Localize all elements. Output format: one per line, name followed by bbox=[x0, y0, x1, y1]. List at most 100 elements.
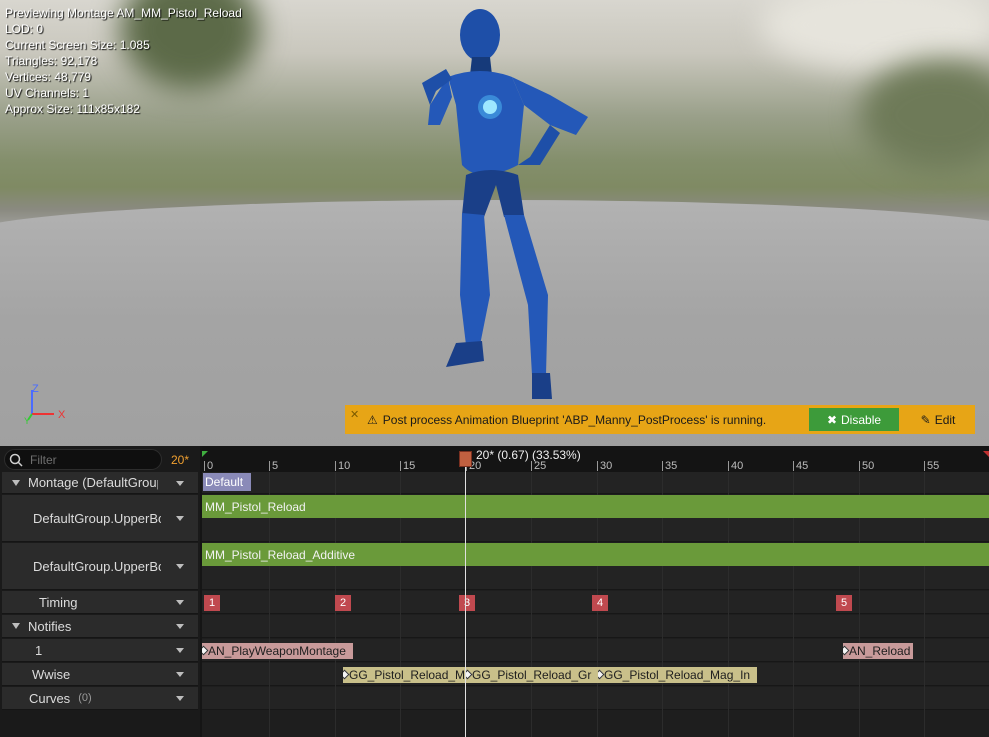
ruler-tick bbox=[859, 461, 860, 471]
ruler-tick bbox=[400, 461, 401, 471]
dropdown-icon[interactable] bbox=[176, 600, 184, 605]
stats-line: LOD: 0 bbox=[5, 22, 44, 36]
timing-marker[interactable]: 5 bbox=[836, 595, 852, 611]
timing-marker[interactable]: 1 bbox=[204, 595, 220, 611]
warning-message: Post process Animation Blueprint 'ABP_Ma… bbox=[382, 412, 767, 427]
timing-marker[interactable]: 4 bbox=[592, 595, 608, 611]
stats-line: Triangles: 92,178 bbox=[5, 54, 98, 68]
dropdown-icon[interactable] bbox=[176, 480, 184, 486]
ruler-tick bbox=[728, 461, 729, 471]
notify-item[interactable]: AN_PlayWeaponMontage bbox=[202, 643, 353, 659]
expand-icon[interactable] bbox=[12, 623, 20, 629]
ruler-tick-label: 10 bbox=[338, 460, 351, 472]
section-label[interactable]: Default bbox=[203, 473, 251, 491]
ruler-tick-label: 0 bbox=[207, 460, 214, 472]
notify-item[interactable]: GG_Pistol_Reload_M bbox=[343, 667, 466, 683]
ruler-tick bbox=[269, 461, 270, 471]
ruler-tick bbox=[793, 461, 794, 471]
lane-curves bbox=[202, 687, 989, 710]
dropdown-icon[interactable] bbox=[176, 516, 184, 521]
ruler-tick-label: 30 bbox=[600, 460, 613, 472]
playhead-handle[interactable] bbox=[459, 451, 472, 467]
axis-gizmo-icon: Z X Y bbox=[24, 383, 66, 424]
expand-icon[interactable] bbox=[12, 479, 20, 486]
ruler-tick-label: 15 bbox=[403, 460, 416, 472]
stats-line: Vertices: 48,779 bbox=[5, 70, 92, 84]
track-curves[interactable]: Curves (0) bbox=[2, 687, 198, 710]
curves-count: (0) bbox=[78, 692, 92, 704]
viewport-stats: Previewing Montage AM_MM_Pistol_Reload L… bbox=[5, 5, 242, 117]
lane-montage bbox=[202, 472, 989, 494]
filter-placeholder: Filter bbox=[30, 452, 57, 467]
character-mannequin bbox=[422, 9, 588, 399]
notify-label: GG_Pistol_Reload_Mag_In bbox=[604, 668, 751, 682]
ruler-tick-label: 45 bbox=[796, 460, 809, 472]
disable-button-label: Disable bbox=[841, 412, 882, 427]
track-label: 1 bbox=[35, 642, 43, 658]
timeline-area[interactable]: 0 5 10 15 20 25 30 35 40 45 50 55 Defaul… bbox=[202, 446, 989, 737]
timing-marker[interactable]: 2 bbox=[335, 595, 351, 611]
ruler-tick bbox=[662, 461, 663, 471]
timing-marker[interactable]: 3 bbox=[459, 595, 475, 611]
edit-button[interactable]: ✎ Edit bbox=[905, 408, 971, 431]
playhead-label: 20* (0.67) (33.53%) bbox=[476, 448, 581, 462]
track-list: Filter 20* Montage (DefaultGroup Default… bbox=[0, 446, 200, 737]
frame-count: 20* bbox=[171, 453, 190, 467]
ruler-tick bbox=[531, 461, 532, 471]
dropdown-icon[interactable] bbox=[176, 648, 184, 653]
pencil-icon: ✎ bbox=[920, 412, 931, 427]
postprocess-warning-bar: ✕ ⚠ Post process Animation Blueprint 'AB… bbox=[345, 405, 975, 434]
ruler-tick bbox=[335, 461, 336, 471]
notify-label: GG_Pistol_Reload_Gr bbox=[472, 668, 592, 682]
stats-line: Previewing Montage AM_MM_Pistol_Reload bbox=[5, 6, 242, 20]
ruler-tick-label: 40 bbox=[731, 460, 744, 472]
background-tree bbox=[860, 60, 989, 170]
close-icon: ✖ bbox=[826, 412, 838, 427]
track-timing[interactable]: Timing bbox=[2, 591, 198, 614]
ruler-tick-label: 5 bbox=[272, 460, 279, 472]
anim-segment[interactable]: MM_Pistol_Reload bbox=[202, 495, 989, 518]
background-tree bbox=[760, 0, 989, 70]
notify-label: AN_PlayWeaponMontage bbox=[208, 644, 346, 658]
track-wwise[interactable]: Wwise bbox=[2, 663, 198, 686]
dropdown-icon[interactable] bbox=[176, 564, 184, 569]
track-label: DefaultGroup.UpperBc bbox=[33, 510, 161, 526]
track-slot[interactable]: DefaultGroup.UpperBc bbox=[2, 495, 198, 542]
search-icon bbox=[9, 453, 23, 467]
montage-track-panel: Filter 20* Montage (DefaultGroup Default… bbox=[0, 446, 989, 737]
stats-line: Current Screen Size: 1.085 bbox=[5, 38, 150, 52]
timeline-ruler[interactable]: 0 5 10 15 20 25 30 35 40 45 50 55 bbox=[202, 446, 989, 472]
ruler-tick bbox=[204, 461, 205, 471]
lane-notifies bbox=[202, 615, 989, 638]
dropdown-icon[interactable] bbox=[176, 696, 184, 701]
warning-icon: ⚠ bbox=[367, 412, 378, 427]
start-marker-icon bbox=[202, 451, 208, 457]
ruler-tick bbox=[924, 461, 925, 471]
edit-button-label: Edit bbox=[934, 412, 956, 427]
axis-y-label: Y bbox=[24, 416, 30, 424]
notify-item[interactable]: GG_Pistol_Reload_Gr bbox=[466, 667, 598, 683]
playhead-line[interactable] bbox=[465, 462, 466, 737]
notify-label: AN_Reload bbox=[849, 644, 911, 658]
ruler-tick-label: 35 bbox=[665, 460, 678, 472]
stats-line: Approx Size: 111x85x182 bbox=[5, 102, 140, 116]
track-notifies[interactable]: Notifies bbox=[2, 615, 198, 638]
filter-input[interactable]: Filter bbox=[4, 449, 162, 470]
dropdown-icon[interactable] bbox=[176, 672, 184, 677]
anim-segment[interactable]: MM_Pistol_Reload_Additive bbox=[202, 543, 989, 566]
axis-x-label: X bbox=[58, 409, 66, 421]
track-label: DefaultGroup.UpperBc bbox=[33, 558, 161, 574]
notify-item[interactable]: AN_Reload bbox=[843, 643, 913, 659]
stats-line: UV Channels: 1 bbox=[5, 86, 90, 100]
close-icon[interactable]: ✕ bbox=[350, 408, 359, 421]
axis-z-label: Z bbox=[32, 383, 39, 395]
track-montage[interactable]: Montage (DefaultGroup bbox=[2, 472, 198, 494]
track-slot[interactable]: DefaultGroup.UpperBc bbox=[2, 543, 198, 590]
dropdown-icon[interactable] bbox=[176, 624, 184, 629]
track-label: Notifies bbox=[28, 618, 72, 634]
disable-button[interactable]: ✖ Disable bbox=[809, 408, 899, 431]
track-notify-1[interactable]: 1 bbox=[2, 639, 198, 662]
preview-viewport[interactable]: Previewing Montage AM_MM_Pistol_Reload L… bbox=[0, 0, 989, 446]
notify-item[interactable]: GG_Pistol_Reload_Mag_In bbox=[598, 667, 757, 683]
track-label: Montage (DefaultGroup bbox=[28, 475, 158, 490]
